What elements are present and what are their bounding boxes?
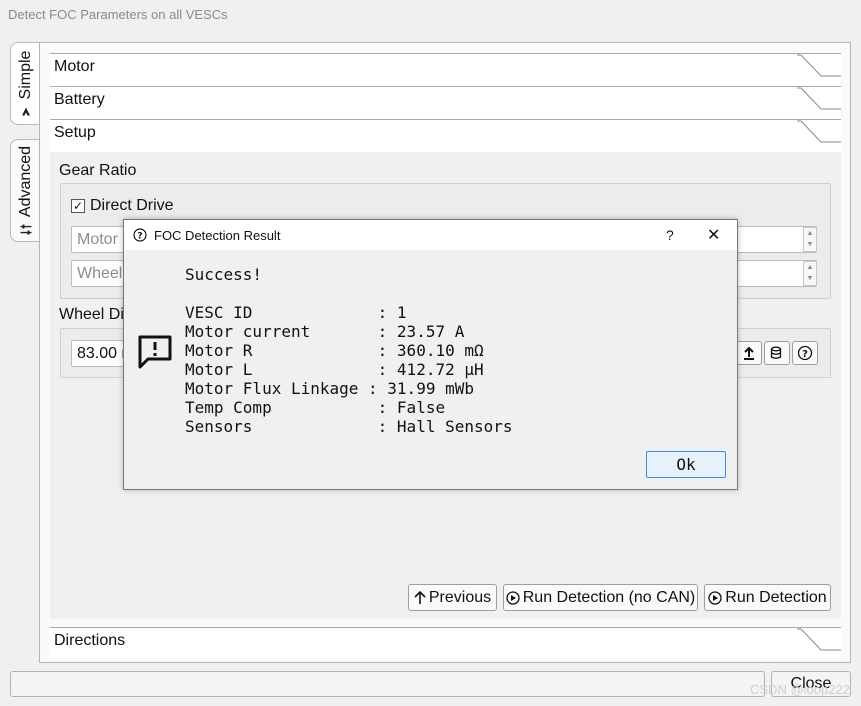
dialog-line: Motor Flux Linkage : 31.99 mWb <box>185 379 474 398</box>
section-setup[interactable]: Setup <box>50 119 841 152</box>
database-button[interactable] <box>764 341 790 365</box>
wheel-diameter-input[interactable]: 83.00 r <box>71 340 131 367</box>
run-detection-button[interactable]: Run Detection <box>704 584 831 611</box>
previous-label: Previous <box>428 588 492 606</box>
window-title: Detect FOC Parameters on all VESCs <box>8 7 228 22</box>
help-circle-icon: ? <box>133 228 147 242</box>
collapse-corner-icon <box>797 54 841 77</box>
tab-simple[interactable]: Simple <box>10 42 40 125</box>
dialog-close-button[interactable]: ✕ <box>707 225 720 245</box>
dialog-message: Success! VESC ID : 1 Motor current : 23.5… <box>185 265 513 436</box>
svg-text:?: ? <box>137 232 142 242</box>
dialog-titlebar: ? FOC Detection Result ? ✕ <box>124 220 737 250</box>
dialog-line: Motor R : 360.10 mΩ <box>185 341 484 360</box>
status-bar <box>10 671 765 697</box>
collapse-corner-icon <box>797 628 841 651</box>
section-battery[interactable]: Battery <box>50 86 841 119</box>
upload-button[interactable] <box>736 341 762 365</box>
watermark: CSDN @loop222 <box>750 682 850 697</box>
run-no-can-label: Run Detection (no CAN) <box>522 588 696 606</box>
direct-drive-label: Direct Drive <box>90 197 174 214</box>
database-icon <box>770 346 782 359</box>
collapse-corner-icon <box>797 120 841 143</box>
svg-text:?: ? <box>802 349 808 360</box>
section-motor-label: Motor <box>54 58 95 75</box>
run-detection-label: Run Detection <box>725 588 827 606</box>
dialog-line: VESC ID : 1 <box>185 303 407 322</box>
motor-spinner[interactable]: ▲ ▼ <box>803 227 817 252</box>
dialog-line: Motor L : 412.72 µH <box>185 360 484 379</box>
ok-button[interactable]: Ok <box>646 451 726 478</box>
play-circle-icon <box>708 590 722 605</box>
help-button[interactable]: ? <box>792 341 818 365</box>
gear-ratio-heading: Gear Ratio <box>59 162 137 179</box>
dialog-line <box>185 284 513 303</box>
upload-icon <box>744 346 754 360</box>
tab-advanced[interactable]: Advanced <box>10 139 40 242</box>
dialog-help-button[interactable]: ? <box>666 227 674 243</box>
sliders-icon <box>20 224 31 235</box>
dialog-line: Success! <box>185 265 263 284</box>
simple-mode-icon <box>21 106 30 115</box>
section-directions[interactable]: Directions <box>50 627 841 660</box>
play-circle-icon <box>506 590 520 605</box>
tab-simple-label: Simple <box>16 50 34 99</box>
direct-drive-checkbox[interactable]: ✓ <box>71 199 85 213</box>
collapse-corner-icon <box>797 87 841 110</box>
arrow-up-icon <box>414 590 426 604</box>
previous-button[interactable]: Previous <box>408 584 497 611</box>
section-directions-label: Directions <box>54 632 126 649</box>
dialog-line: Temp Comp : False <box>185 398 446 417</box>
message-icon <box>138 335 172 369</box>
section-setup-label: Setup <box>54 124 96 141</box>
wheel-spinner[interactable]: ▲ ▼ <box>803 261 817 286</box>
dialog-line: Motor current : 23.57 A <box>185 322 465 341</box>
help-icon: ? <box>797 345 813 361</box>
section-motor[interactable]: Motor <box>50 53 841 86</box>
wheel-diameter-heading: Wheel Dia <box>59 306 133 323</box>
dialog-title: FOC Detection Result <box>154 228 281 243</box>
tab-advanced-label: Advanced <box>16 145 34 217</box>
dialog-line: Sensors : Hall Sensors <box>185 417 513 436</box>
section-battery-label: Battery <box>54 91 105 108</box>
foc-result-dialog: ? FOC Detection Result ? ✕ Success! VESC… <box>123 219 738 490</box>
run-detection-no-can-button[interactable]: Run Detection (no CAN) <box>503 584 698 611</box>
